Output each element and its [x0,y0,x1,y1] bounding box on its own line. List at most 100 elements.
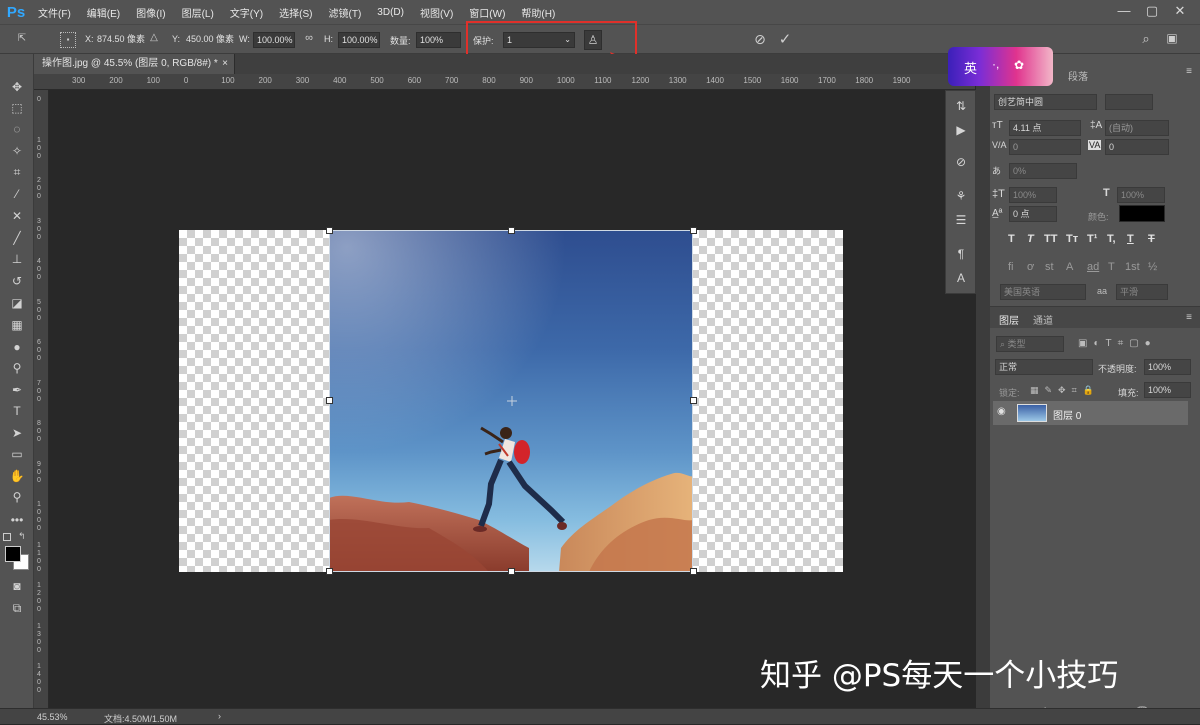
transform-handle-middle-left[interactable] [326,397,333,404]
opacity-field[interactable]: 100% [1144,359,1191,375]
menu-window[interactable]: 窗口(W) [461,5,513,20]
transform-handle-bottom-left[interactable] [326,568,333,575]
pen-tool-icon[interactable]: ✒ [4,381,30,399]
faux-bold-icon[interactable]: T [1008,233,1015,245]
layer-name[interactable]: 图层 0 [1053,407,1081,422]
cancel-transform-icon[interactable]: ⊘ [752,31,768,48]
content-aware-scale-tool-icon[interactable]: ⇱ [14,33,30,44]
maximize-button[interactable]: ▢ [1140,0,1164,22]
menu-help[interactable]: 帮助(H) [513,5,563,20]
dodge-tool-icon[interactable]: ⚲ [4,359,30,377]
link-icon[interactable]: ∞ [302,32,316,44]
menu-filter[interactable]: 滤镜(T) [321,5,370,20]
brush-tool-icon[interactable]: ╱ [4,229,30,247]
close-window-button[interactable]: ✕ [1168,0,1192,22]
font-style-select[interactable] [1105,94,1153,110]
ligatures-icon[interactable]: fi [1008,261,1014,273]
all-caps-icon[interactable]: TT [1044,233,1057,245]
ime-language-chip[interactable]: 英 ·, ✿ [948,47,1053,86]
transform-handle-top-right[interactable] [690,227,697,234]
menu-file[interactable]: 文件(F) [30,5,79,20]
transform-handle-bottom-center[interactable] [508,568,515,575]
menu-type[interactable]: 文字(Y) [222,5,271,20]
rectangle-tool-icon[interactable]: ▭ [4,445,30,463]
workspace-icon[interactable]: ▣ [1164,31,1180,45]
transform-handle-top-left[interactable] [326,227,333,234]
faux-italic-icon[interactable]: T [1027,233,1034,245]
foreground-color-swatch[interactable] [5,546,21,562]
tab-layers[interactable]: 图层 [999,312,1019,327]
search-icon[interactable]: ⌕ [1138,31,1154,47]
horizontal-scale-field[interactable]: 100% [1117,187,1165,203]
status-menu-arrow-icon[interactable]: › [218,711,221,721]
tab-paragraph[interactable]: 段落 [1068,68,1088,83]
close-tab-icon[interactable]: × [222,54,228,74]
adjustments-icon[interactable]: ☰ [952,211,970,229]
strikethrough-icon[interactable]: T [1148,233,1155,245]
superscript-icon[interactable]: T¹ [1087,233,1097,245]
leading-field[interactable]: (自动) [1105,120,1169,136]
language-select[interactable]: 美国英语 [1000,284,1086,300]
text-color-swatch[interactable] [1119,205,1165,222]
paragraph-styles-icon[interactable]: ¶ [952,245,970,263]
commit-transform-icon[interactable]: ✓ [777,30,793,48]
screen-mode-icon[interactable]: ⧉ [4,599,30,617]
lasso-tool-icon[interactable]: ◌ [4,120,30,138]
amount-field[interactable]: 100% [416,32,461,48]
blur-tool-icon[interactable]: ● [4,338,30,356]
font-family-select[interactable]: 创艺简中圆 [994,94,1097,110]
layer-filter-input[interactable]: ⌕ 类型 [996,336,1064,352]
crop-tool-icon[interactable]: ⌗ [4,163,30,181]
menu-image[interactable]: 图像(I) [128,5,173,20]
brush-settings-icon[interactable]: ⊘ [952,153,970,171]
y-field[interactable]: 450.00 像素 [183,32,234,48]
brush-presets-icon[interactable]: ⚘ [952,187,970,205]
stylistic-alternates-icon[interactable]: ad [1087,261,1099,273]
transform-handle-middle-right[interactable] [690,397,697,404]
transform-handle-top-center[interactable] [508,227,515,234]
document-tab[interactable]: 操作图.jpg @ 45.5% (图层 0, RGB/8#) * × [34,54,235,74]
history-brush-tool-icon[interactable]: ↺ [4,272,30,290]
layers-panel-menu-icon[interactable]: ≡ [1184,312,1194,323]
marquee-tool-icon[interactable]: ⬚ [4,99,30,117]
hand-tool-icon[interactable]: ✋ [4,467,30,485]
healing-tool-icon[interactable]: ✕ [4,207,30,225]
titling-alternates-icon[interactable]: T [1108,261,1115,273]
menu-select[interactable]: 选择(S) [271,5,320,20]
x-field[interactable]: 874.50 像素 [94,32,146,48]
w-field[interactable]: 100.00% [253,32,295,48]
reference-point-icon[interactable]: ▪ [60,32,76,48]
baseline-field[interactable]: 0 点 [1009,206,1057,222]
more-tools-icon[interactable]: ••• [4,511,30,529]
underline-icon[interactable]: T [1127,233,1134,245]
magic-wand-tool-icon[interactable]: ✧ [4,142,30,160]
move-tool-icon[interactable]: ✥ [4,78,30,96]
character-styles-icon[interactable]: A [952,269,970,287]
history-panel-icon[interactable]: ⇅ [952,97,970,115]
swash-icon[interactable]: A [1066,261,1073,273]
actions-play-icon[interactable]: ▶ [952,121,970,139]
tsume-field[interactable]: 0% [1009,163,1077,179]
small-caps-icon[interactable]: Tт [1066,233,1078,245]
gradient-tool-icon[interactable]: ▦ [4,316,30,334]
layer-row[interactable]: ◉ 图层 0 [993,401,1188,425]
visibility-eye-icon[interactable]: ◉ [997,406,1006,417]
menu-view[interactable]: 视图(V) [412,5,461,20]
kerning-field[interactable]: 0 [1009,139,1081,155]
tab-channels[interactable]: 通道 [1033,312,1053,327]
eyedropper-tool-icon[interactable]: ⁄ [4,185,30,203]
swap-colors-icon[interactable]: ↰ [18,531,26,542]
type-tool-icon[interactable]: T [4,402,30,420]
blend-mode-select[interactable]: 正常 [995,359,1093,375]
menu-edit[interactable]: 编辑(E) [79,5,128,20]
eraser-tool-icon[interactable]: ◪ [4,294,30,312]
delta-icon[interactable]: △ [148,32,160,43]
old-style-icon[interactable]: ơ [1027,261,1034,273]
menu-3d[interactable]: 3D(D) [369,7,412,18]
menu-layer[interactable]: 图层(L) [174,5,222,20]
vertical-scale-field[interactable]: 100% [1009,187,1057,203]
font-size-field[interactable]: 4.11 点 [1009,120,1081,136]
panel-menu-icon[interactable]: ≡ [1184,66,1194,77]
tracking-field[interactable]: 0 [1105,139,1169,155]
default-colors-icon[interactable] [3,533,11,541]
